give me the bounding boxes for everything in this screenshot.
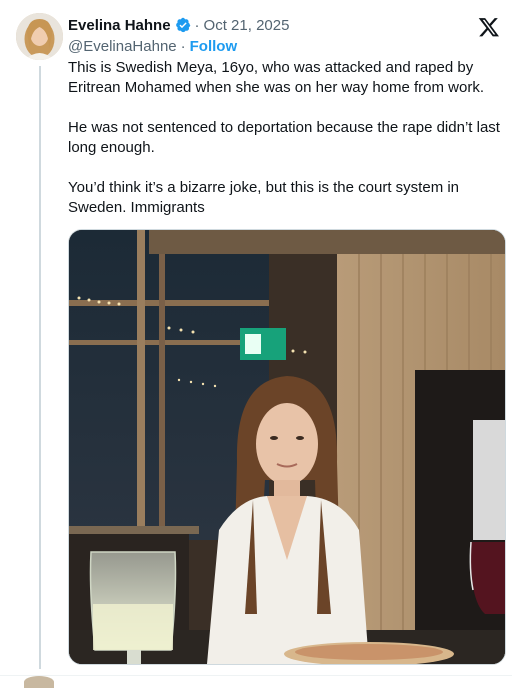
handle-separator: · [180, 37, 186, 55]
thread-line [39, 66, 41, 669]
tweet-paragraph-1: This is Swedish Meya, 16yo, who was atta… [68, 59, 485, 96]
bottom-divider [0, 675, 512, 676]
tweet-header: Evelina Hahne · Oct 21, 2025 @EvelinaHah… [68, 14, 472, 56]
name-row: Evelina Hahne · Oct 21, 2025 [68, 14, 472, 36]
handle-row: @EvelinaHahne · Follow [68, 36, 472, 56]
author-name[interactable]: Evelina Hahne [68, 17, 171, 34]
tweet-paragraph-2: He was not sentenced to deportation beca… [68, 119, 500, 156]
avatar[interactable] [16, 13, 63, 60]
tweet-date[interactable]: Oct 21, 2025 [204, 17, 290, 34]
follow-button[interactable]: Follow [190, 38, 238, 55]
tweet-text: This is Swedish Meya, 16yo, who was atta… [68, 58, 506, 238]
photo-restaurant-scene [69, 230, 505, 664]
tweet-paragraph-3: You’d think it’s a bizarre joke, but thi… [68, 179, 460, 216]
verified-badge-icon [175, 17, 190, 33]
x-logo-icon[interactable] [478, 16, 500, 38]
tweet-photo[interactable] [68, 229, 506, 665]
header-separator: · [194, 16, 200, 34]
avatar-image [16, 13, 63, 60]
next-tweet-avatar[interactable] [24, 676, 54, 688]
author-handle[interactable]: @EvelinaHahne [68, 38, 177, 55]
